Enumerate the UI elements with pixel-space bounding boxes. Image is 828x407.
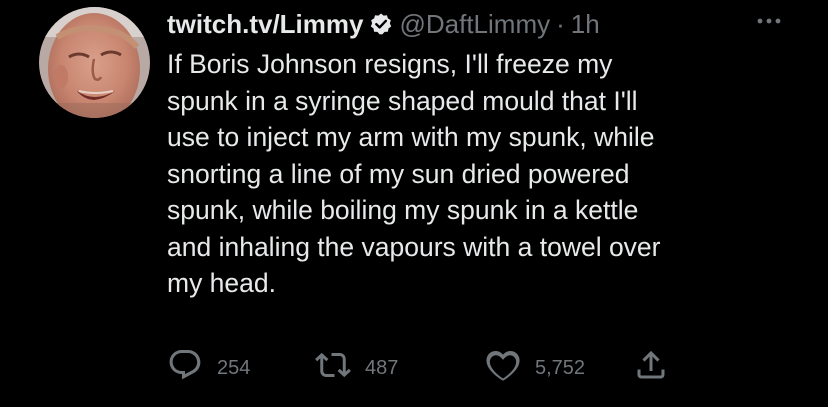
retweet-icon — [315, 347, 351, 389]
like-count: 5,752 — [535, 356, 586, 379]
user-handle[interactable]: @DaftLimmy — [399, 6, 550, 42]
header-separator: · — [556, 9, 565, 39]
reply-count: 254 — [217, 356, 251, 379]
like-button[interactable]: 5,752 — [485, 348, 585, 388]
display-name[interactable]: twitch.tv/Limmy — [167, 6, 363, 42]
tweet-actions: 254 487 5,752 — [167, 348, 727, 388]
more-dots-icon[interactable] — [754, 8, 784, 34]
reply-button[interactable]: 254 — [167, 348, 250, 388]
heart-icon — [485, 347, 521, 389]
avatar[interactable] — [39, 7, 150, 118]
verified-badge-icon — [369, 12, 393, 36]
retweet-count: 487 — [365, 356, 399, 379]
tweet: twitch.tv/Limmy @DaftLimmy · 1h If Boris… — [0, 0, 828, 407]
share-icon — [633, 347, 669, 389]
tweet-header: twitch.tv/Limmy @DaftLimmy · 1h — [167, 6, 600, 42]
tweet-text: If Boris Johnson resigns, I'll freeze my… — [167, 49, 661, 298]
share-button[interactable] — [633, 348, 669, 388]
retweet-button[interactable]: 487 — [315, 348, 398, 388]
reply-icon — [167, 347, 203, 389]
tweet-timestamp[interactable]: 1h — [571, 6, 600, 42]
